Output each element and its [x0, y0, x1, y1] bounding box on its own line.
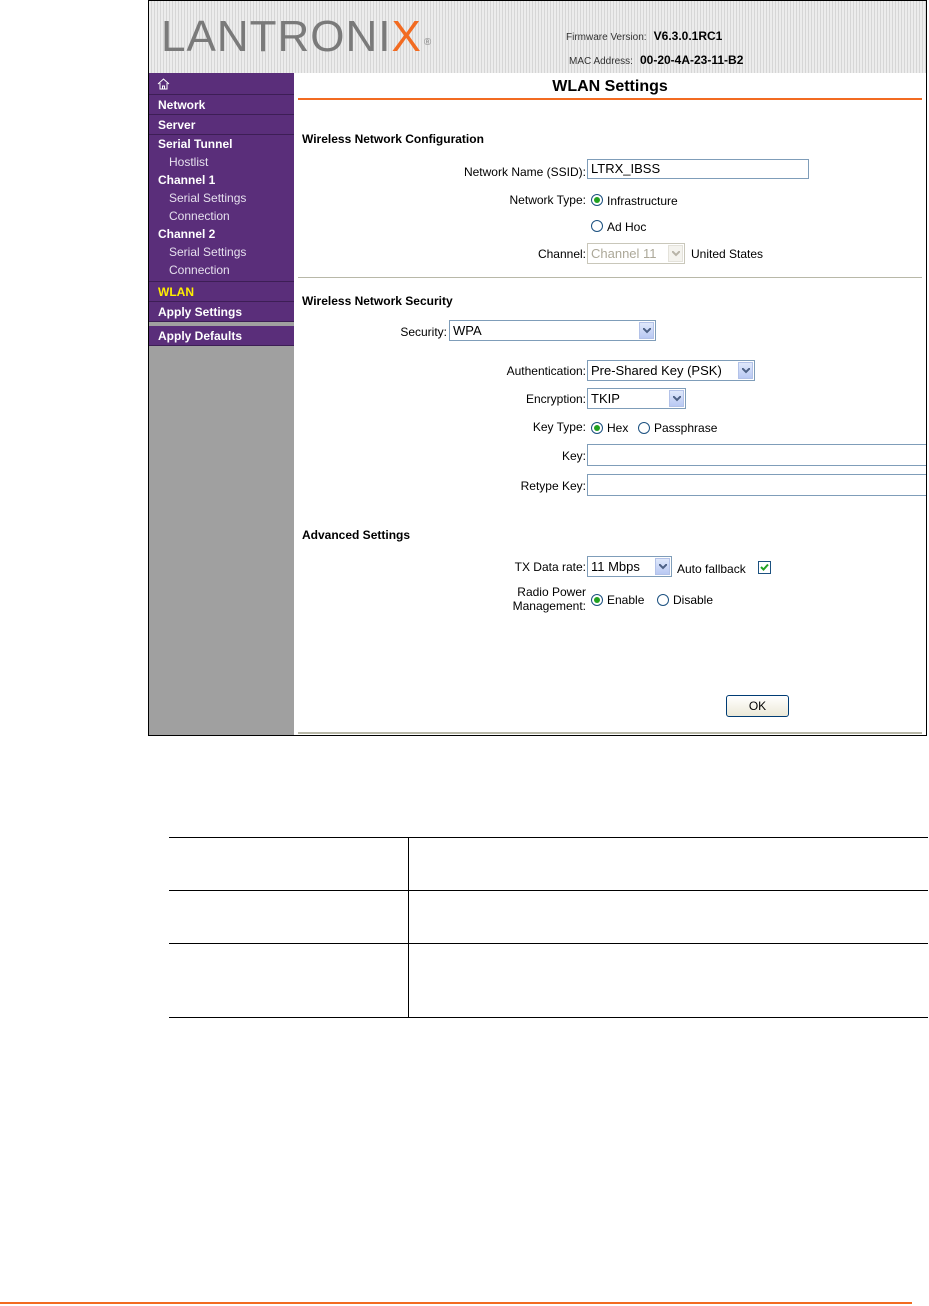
mac-label: MAC Address: — [569, 56, 633, 67]
chevron-down-icon — [639, 322, 654, 339]
table-cell — [408, 943, 928, 1018]
sidebar-item-ch2-connection[interactable]: Connection — [149, 261, 294, 279]
hex-radio[interactable] — [591, 422, 603, 434]
key-label: Key: — [561, 449, 586, 463]
enable-label: Enable — [607, 593, 645, 607]
config-heading: Wireless Network Configuration — [302, 132, 484, 146]
channel-select[interactable]: Channel 11 — [587, 243, 685, 264]
title-divider — [298, 98, 922, 100]
tx-data-rate-label: TX Data rate: — [514, 560, 586, 574]
radio-power-enable-radio[interactable] — [591, 594, 603, 606]
infrastructure-label: Infrastructure — [607, 194, 678, 208]
security-label: Security: — [400, 325, 447, 339]
mac-address: MAC Address: 00-20-4A-23-11-B2 — [569, 53, 776, 67]
ok-button[interactable]: OK — [726, 695, 789, 717]
sidebar-item-network[interactable]: Network — [149, 95, 294, 115]
security-select[interactable]: WPA — [449, 320, 656, 341]
key-input[interactable] — [587, 444, 926, 466]
encryption-select[interactable]: TKIP — [587, 388, 686, 409]
authentication-select[interactable]: Pre-Shared Key (PSK) — [587, 360, 755, 381]
channel-select-value: Channel 11 — [591, 246, 657, 261]
chevron-down-icon — [668, 245, 683, 262]
disable-label: Disable — [673, 593, 714, 607]
table-row — [169, 890, 928, 944]
tx-data-rate-value: 11 Mbps — [591, 559, 640, 574]
sidebar-item-channel-2[interactable]: Channel 2 — [149, 225, 294, 243]
auto-fallback-checkbox[interactable] — [758, 561, 771, 574]
hex-label: Hex — [607, 421, 629, 435]
sidebar-item-ch1-connection[interactable]: Connection — [149, 207, 294, 225]
auto-fallback-label: Auto fallback — [677, 562, 746, 576]
sidebar-item-apply-settings[interactable]: Apply Settings — [149, 302, 294, 322]
radio-power-label: Radio Power Management: — [513, 585, 586, 613]
chevron-down-icon — [669, 390, 684, 407]
sidebar-nav: Network Server Serial Tunnel Hostlist Ch… — [149, 73, 294, 735]
security-heading: Wireless Network Security — [302, 294, 453, 308]
ssid-input[interactable]: LTRX_IBSS — [587, 159, 809, 179]
encryption-select-value: TKIP — [591, 391, 620, 406]
advanced-heading: Advanced Settings — [302, 528, 411, 542]
header-bar: LANTRONIX ® Firmware Version: V6.3.0.1RC1… — [149, 1, 926, 73]
adhoc-radio[interactable] — [591, 220, 603, 232]
table-cell — [169, 837, 409, 891]
sidebar-item-ch1-serial-settings[interactable]: Serial Settings — [149, 189, 294, 207]
table-row — [169, 943, 928, 1018]
network-type-label: Network Type: — [509, 193, 586, 207]
retype-key-label: Retype Key: — [520, 479, 586, 493]
key-type-label: Key Type: — [532, 420, 586, 434]
security-select-value: WPA — [453, 323, 482, 338]
table-row — [169, 837, 928, 891]
sidebar-item-serial-tunnel[interactable]: Serial Tunnel — [149, 135, 294, 153]
sidebar-item-apply-defaults[interactable]: Apply Defaults — [149, 326, 294, 346]
tx-data-rate-select[interactable]: 11 Mbps — [587, 556, 672, 577]
info-table — [169, 837, 928, 1018]
encryption-label: Encryption: — [525, 392, 586, 406]
checkmark-icon — [760, 563, 769, 571]
section-divider — [298, 277, 922, 278]
web-config-window: LANTRONIX ® Firmware Version: V6.3.0.1RC1… — [148, 0, 927, 736]
sidebar-item-ch2-serial-settings[interactable]: Serial Settings — [149, 243, 294, 261]
bottom-divider — [298, 732, 922, 734]
retype-key-input[interactable] — [587, 474, 926, 496]
sidebar-item-wlan[interactable]: WLAN — [149, 282, 294, 302]
radio-power-label-line1: Radio Power — [517, 585, 586, 599]
page-title: WLAN Settings — [552, 78, 668, 95]
main-content: WLAN Settings Wireless Network Configura… — [294, 73, 926, 735]
sidebar-item-channel-1[interactable]: Channel 1 — [149, 171, 294, 189]
mac-value: 00-20-4A-23-11-B2 — [639, 53, 744, 67]
radio-power-disable-radio[interactable] — [657, 594, 669, 606]
firmware-value: V6.3.0.1RC1 — [653, 29, 723, 43]
ssid-label: Network Name (SSID): — [463, 165, 586, 179]
channel-label: Channel: — [537, 247, 586, 261]
table-cell — [408, 837, 928, 891]
adhoc-label: Ad Hoc — [607, 220, 647, 234]
radio-power-label-line2: Management: — [512, 599, 586, 613]
passphrase-label: Passphrase — [654, 421, 718, 435]
table-cell — [408, 890, 928, 944]
chevron-down-icon — [738, 362, 753, 379]
sidebar-item-hostlist[interactable]: Hostlist — [149, 153, 294, 171]
home-icon[interactable] — [157, 77, 170, 90]
footer-divider — [0, 1302, 912, 1304]
lantronix-logo: LANTRONIX ® — [161, 12, 433, 61]
firmware-version: Firmware Version: V6.3.0.1RC1 — [566, 29, 776, 43]
region-text: United States — [691, 247, 764, 261]
passphrase-radio[interactable] — [638, 422, 650, 434]
authentication-select-value: Pre-Shared Key (PSK) — [591, 363, 722, 378]
home-link[interactable] — [149, 73, 294, 95]
chevron-down-icon — [655, 558, 670, 575]
table-cell — [169, 890, 409, 944]
firmware-label: Firmware Version: — [566, 32, 647, 43]
table-cell — [169, 943, 409, 1018]
sidebar-item-server[interactable]: Server — [149, 115, 294, 135]
infrastructure-radio[interactable] — [591, 194, 603, 206]
authentication-label: Authentication: — [506, 364, 586, 378]
